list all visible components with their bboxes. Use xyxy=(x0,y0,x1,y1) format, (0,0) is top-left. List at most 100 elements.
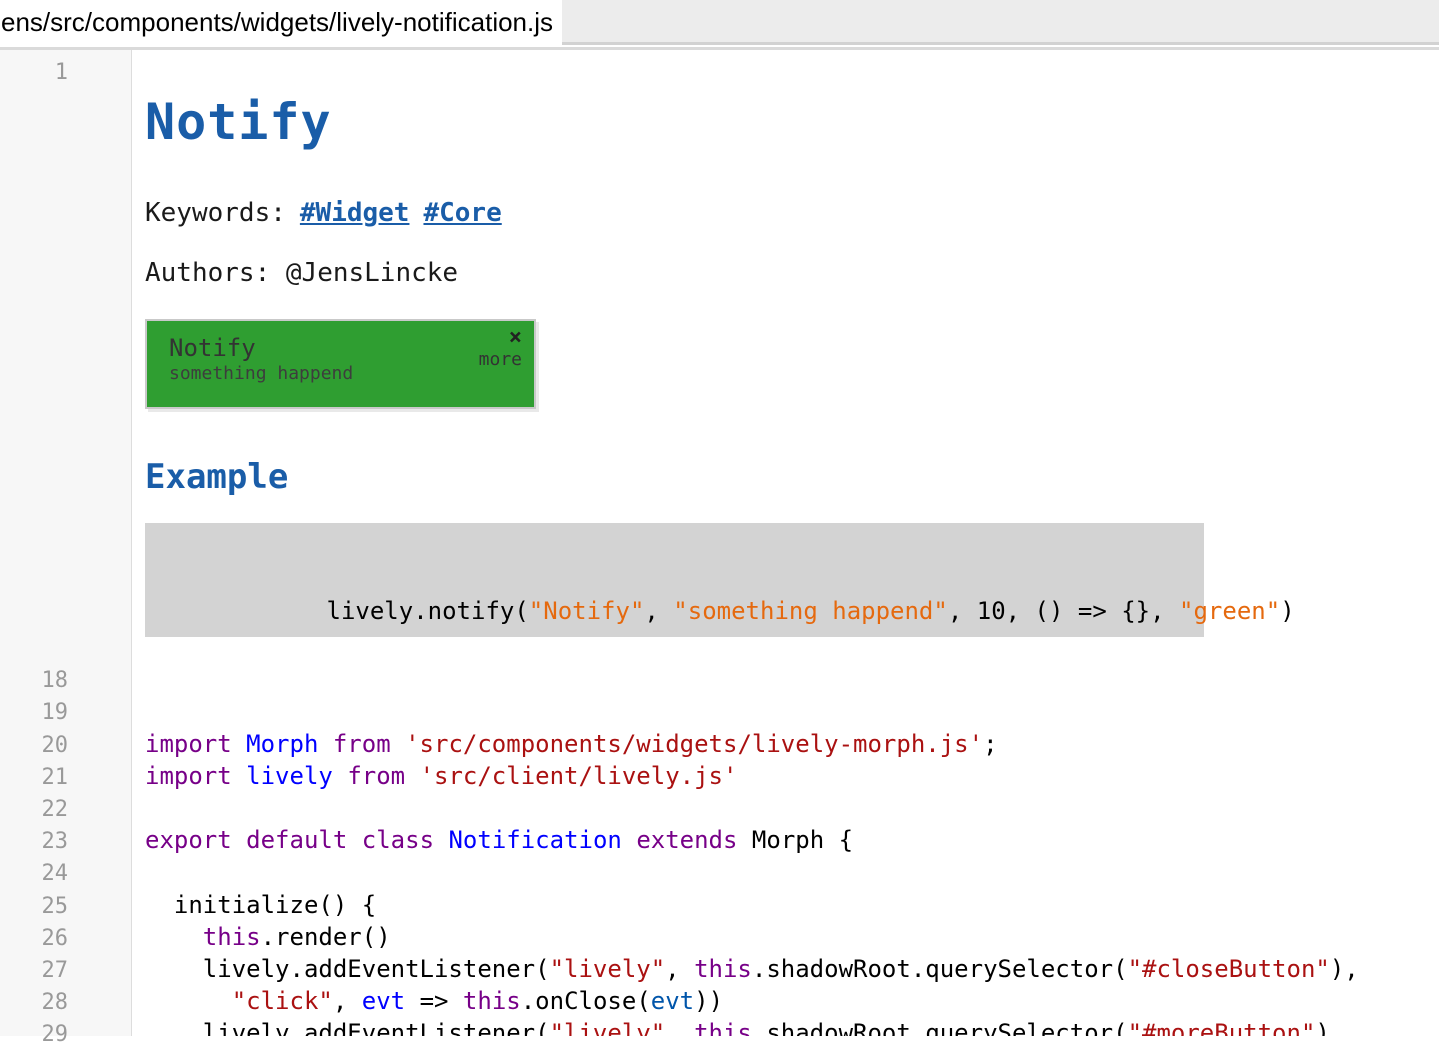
code-token: from xyxy=(333,730,391,758)
code-token: "#closeButton" xyxy=(1128,955,1330,983)
code-token: evt xyxy=(651,987,694,1015)
code-token: ) xyxy=(1280,597,1294,625)
markdown-preview: Notify Keywords: #Widget #Core Authors: @J… xyxy=(145,91,1204,637)
code-token: evt xyxy=(362,987,405,1015)
code-token: "lively" xyxy=(550,1019,666,1036)
close-icon[interactable]: × xyxy=(509,327,522,349)
notification-message: something happend xyxy=(169,362,520,386)
code-line[interactable] xyxy=(145,663,1439,695)
line-number: 22 xyxy=(0,794,68,826)
line-number: 20 xyxy=(0,730,68,762)
code-token: "click" xyxy=(232,987,333,1015)
code-token: ; xyxy=(983,730,997,758)
code-token xyxy=(232,826,246,854)
code-token: this xyxy=(463,987,521,1015)
code-token xyxy=(232,730,246,758)
code-line[interactable]: export default class Notification extend… xyxy=(145,824,1439,856)
code-token: , xyxy=(333,987,362,1015)
code-line[interactable]: initialize() { xyxy=(145,889,1439,921)
code-line[interactable]: "click", evt => this.onClose(evt)) xyxy=(145,985,1439,1017)
code-token: "something happend" xyxy=(673,597,948,625)
code-line[interactable]: import lively from 'src/client/lively.js… xyxy=(145,760,1439,792)
authors-label: Authors: xyxy=(145,258,270,288)
code-token: .shadowRoot.querySelector( xyxy=(752,1019,1128,1036)
code-token: .render() xyxy=(261,923,391,951)
code-token: initialize() { xyxy=(145,891,376,919)
code-line[interactable]: this.render() xyxy=(145,921,1439,953)
code-token: "Notify" xyxy=(529,597,645,625)
code-token: lively xyxy=(246,762,333,790)
line-number: 23 xyxy=(0,826,68,858)
keyword-link[interactable]: #Core xyxy=(423,198,501,228)
code-token xyxy=(145,923,203,951)
code-token: , xyxy=(665,1019,694,1036)
code-token: "#moreButton" xyxy=(1128,1019,1316,1036)
code-token xyxy=(434,826,448,854)
code-token: "green" xyxy=(1179,597,1280,625)
example-heading: Example xyxy=(145,455,1204,499)
code-line[interactable]: import Morph from 'src/components/widget… xyxy=(145,728,1439,760)
line-number: 26 xyxy=(0,923,68,955)
code-line[interactable] xyxy=(145,695,1439,727)
example-code-block: lively.notify("Notify", "something happe… xyxy=(145,523,1204,637)
code-token: default xyxy=(246,826,347,854)
code-token: ), xyxy=(1330,955,1359,983)
code-token: import xyxy=(145,762,232,790)
code-token: class xyxy=(362,826,434,854)
code-token xyxy=(405,762,419,790)
code-editor: 1 181920212223242526272829 Notify Keywor… xyxy=(0,50,1439,1036)
code-token: extends xyxy=(636,826,737,854)
code-line[interactable] xyxy=(145,856,1439,888)
code-token: Morph { xyxy=(737,826,853,854)
code-token xyxy=(318,730,332,758)
code-token xyxy=(391,730,405,758)
gutter-spacer xyxy=(0,89,131,665)
top-bar: ens/src/components/widgets/lively-notifi… xyxy=(0,0,1439,45)
code-token: , xyxy=(644,597,673,625)
code-token: lively.addEventListener( xyxy=(145,955,550,983)
code-token: .shadowRoot.querySelector( xyxy=(752,955,1128,983)
code-token xyxy=(333,762,347,790)
line-number: 18 xyxy=(0,665,68,697)
code-token: this xyxy=(694,1019,752,1036)
code-token: 'src/client/lively.js' xyxy=(420,762,738,790)
code-token xyxy=(145,987,232,1015)
line-number: 25 xyxy=(0,891,68,923)
line-number-gutter: 1 181920212223242526272829 xyxy=(0,50,132,1036)
code-token: 'src/components/widgets/lively-morph.js' xyxy=(405,730,983,758)
code-line[interactable] xyxy=(145,57,1439,89)
author-name: @JensLincke xyxy=(286,258,458,288)
code-token: )) xyxy=(694,987,723,1015)
code-token: , xyxy=(665,955,694,983)
code-token: lively.notify( xyxy=(327,597,529,625)
line-number: 29 xyxy=(0,1019,68,1042)
doc-title: Notify xyxy=(145,91,1204,153)
code-token: from xyxy=(347,762,405,790)
code-line[interactable] xyxy=(145,792,1439,824)
code-token: Morph xyxy=(246,730,318,758)
line-number: 21 xyxy=(0,762,68,794)
line-number: 1 xyxy=(0,57,68,89)
keyword-link[interactable]: #Widget xyxy=(300,198,410,228)
code-token xyxy=(232,762,246,790)
line-number: 27 xyxy=(0,955,68,987)
code-token: => xyxy=(405,987,463,1015)
line-number: 19 xyxy=(0,697,68,729)
code-line[interactable]: lively.addEventListener("lively", this.s… xyxy=(145,1017,1439,1036)
code-token: , 10, () => {}, xyxy=(948,597,1179,625)
keywords-label: Keywords: xyxy=(145,198,286,228)
file-path-input[interactable]: ens/src/components/widgets/lively-notifi… xyxy=(0,0,562,45)
notification-title: Notify xyxy=(169,334,520,362)
more-button[interactable]: more xyxy=(479,349,522,371)
authors-row: Authors: @JensLincke xyxy=(145,256,1204,290)
keywords-row: Keywords: #Widget #Core xyxy=(145,196,1204,230)
notification-preview: Notify something happend × more xyxy=(145,319,536,409)
line-number: 24 xyxy=(0,858,68,890)
editor-content[interactable]: Notify Keywords: #Widget #Core Authors: @J… xyxy=(132,50,1439,1036)
code-token: .onClose( xyxy=(521,987,651,1015)
code-token: ), xyxy=(1315,1019,1344,1036)
code-token: this xyxy=(203,923,261,951)
code-line[interactable]: lively.addEventListener("lively", this.s… xyxy=(145,953,1439,985)
code-token: Notification xyxy=(448,826,621,854)
code-token xyxy=(347,826,361,854)
